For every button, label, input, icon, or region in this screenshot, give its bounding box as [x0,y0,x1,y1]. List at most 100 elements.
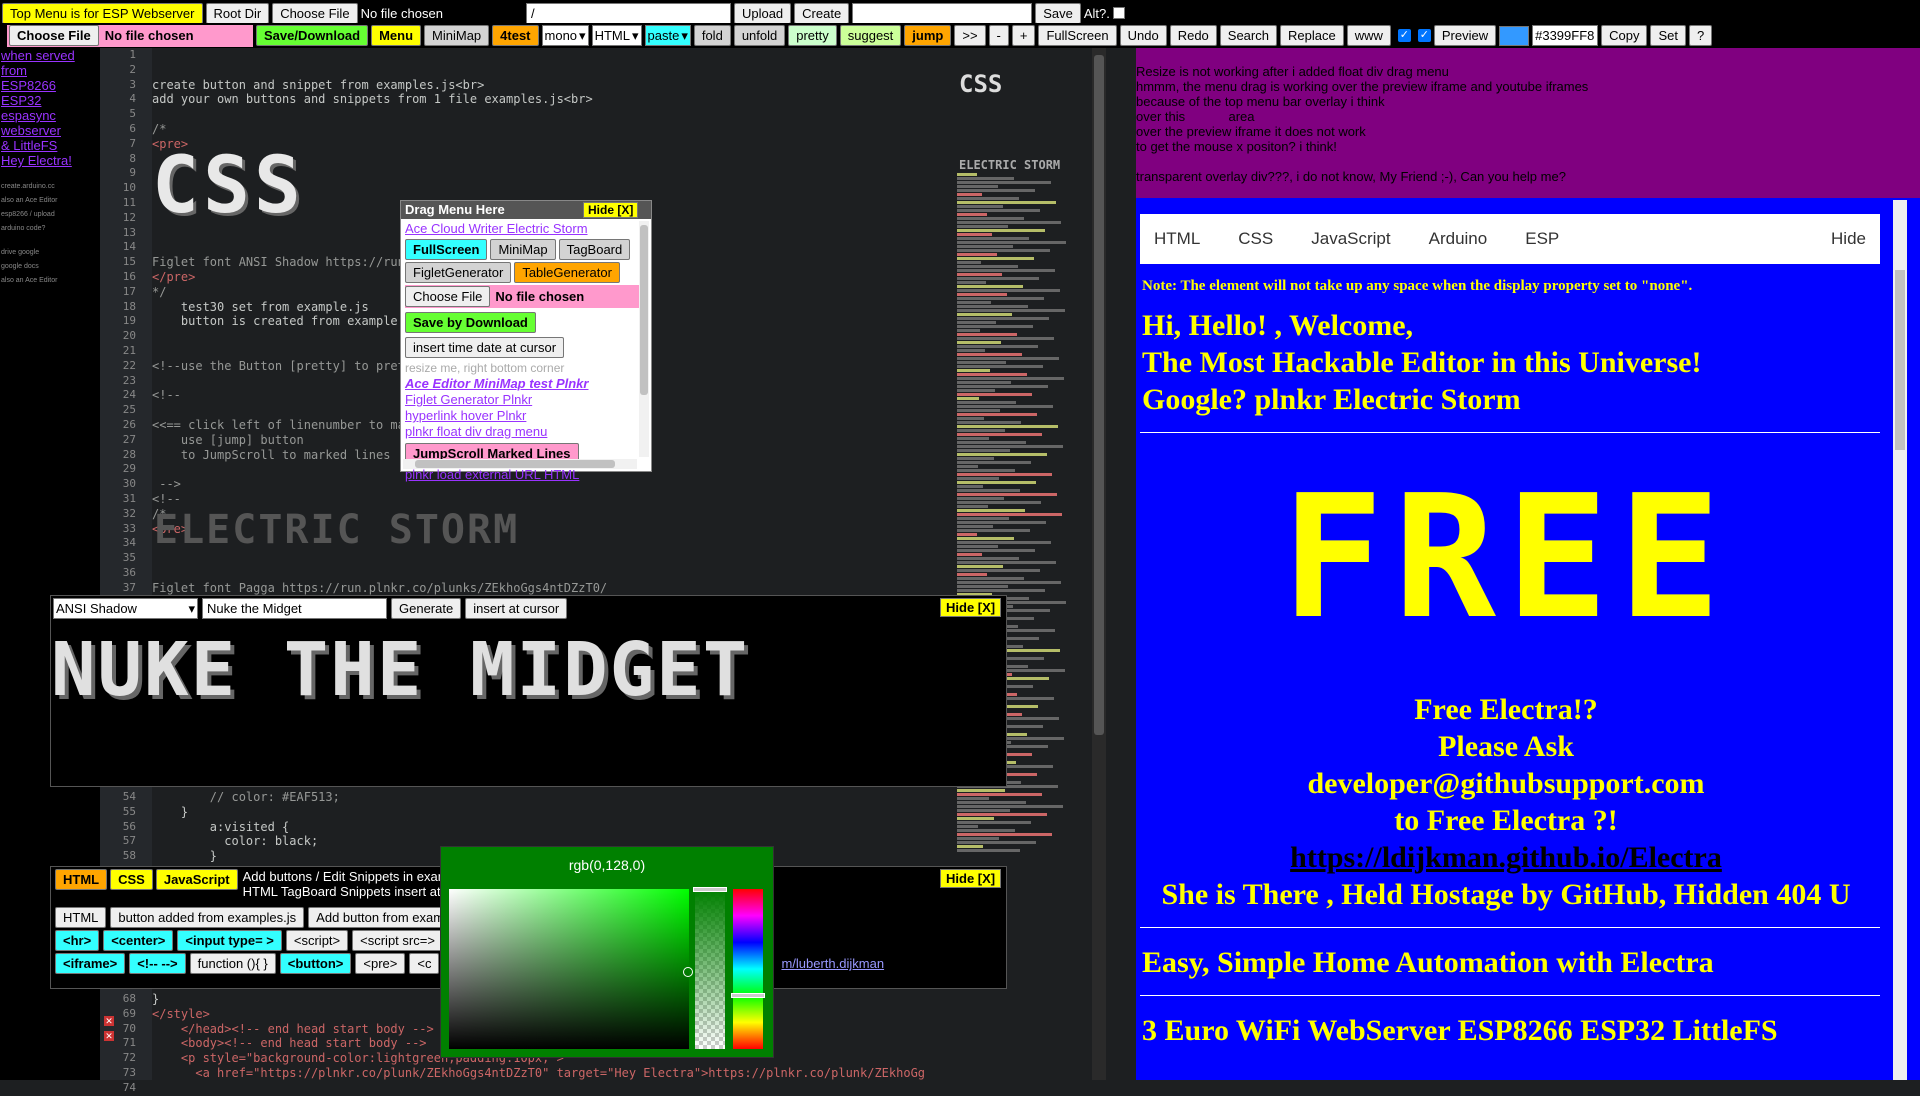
sidebar-link[interactable]: webserver [1,123,100,138]
preview-scrollbar[interactable] [1893,200,1907,1080]
choose-file-button[interactable]: Choose File [272,2,358,24]
sidebar-small-link[interactable]: google docs [1,262,100,272]
drag-menu-hscrollbar[interactable] [403,459,637,469]
tab-javascript[interactable]: JavaScript [155,869,238,890]
www-button[interactable]: www [1346,25,1391,46]
generate-button[interactable]: Generate [391,598,462,619]
snippet-button[interactable]: button added from examples.js [110,907,305,928]
snippet-button[interactable]: <script src=> [352,930,443,951]
drag-menu-link[interactable]: Ace Cloud Writer Electric Storm [405,221,647,237]
fold-button[interactable]: fold [693,25,731,46]
line-number[interactable]: 31 [100,492,136,507]
replace-button[interactable]: Replace [1279,25,1344,46]
font-smaller-button[interactable]: - [988,25,1009,46]
line-number[interactable]: 8 [100,152,136,167]
code-line[interactable]: /* [152,122,952,137]
tab-html[interactable]: HTML [55,869,108,890]
save-button[interactable]: Save [1035,2,1081,24]
line-number[interactable]: 17 [100,285,136,300]
snippet-button[interactable]: <c [409,953,440,974]
sidebar-small-link[interactable]: esp8266 / upload [1,210,100,220]
snippet-button[interactable]: <script> [285,930,349,951]
line-number[interactable]: 56 [100,820,136,835]
code-line[interactable]: Figlet font Pagga https://run.plnkr.co/p… [152,581,952,596]
code-line[interactable]: } [152,805,952,820]
line-number[interactable]: 11 [100,196,136,211]
checkbox-checked-2[interactable]: ✓ [1417,29,1431,42]
line-number[interactable]: 21 [100,344,136,359]
tab-css[interactable]: CSS [110,869,153,890]
line-number[interactable]: 19 [100,314,136,329]
alt-checkbox[interactable] [1112,7,1125,19]
paste-select[interactable]: paste ▾ [644,25,691,46]
electra-link[interactable]: https://ldijkman.github.io/Electra [1136,839,1876,876]
nav-css[interactable]: CSS [1238,229,1273,249]
line-number[interactable]: 54 [100,790,136,805]
nav-html[interactable]: HTML [1154,229,1200,249]
sidebar-link[interactable]: & LittleFS [1,138,100,153]
line-number[interactable]: 29 [100,462,136,477]
line-number[interactable]: 3 [100,78,136,93]
choose-file-button-2[interactable]: Choose File [9,25,99,46]
line-number[interactable]: 9 [100,166,136,181]
undo-button[interactable]: Undo [1119,25,1167,46]
copy-button[interactable]: Copy [1601,25,1648,46]
sidebar-small-link[interactable]: drive google [1,248,100,258]
line-number[interactable]: 58 [100,849,136,864]
line-number[interactable]: 37 [100,581,136,596]
line-number[interactable]: 36 [100,566,136,581]
line-number[interactable]: 30 [100,477,136,492]
code-line[interactable] [152,48,952,63]
alpha-slider[interactable] [693,887,727,1049]
color-input[interactable] [1532,25,1599,46]
sidebar-link[interactable]: espasync [1,108,100,123]
figlet-text-input[interactable] [202,598,387,619]
github-link[interactable]: m/luberth.dijkman [781,956,884,971]
line-number[interactable]: 20 [100,329,136,344]
sidebar-link[interactable]: when served [1,48,100,63]
line-number[interactable]: 34 [100,536,136,551]
line-number[interactable]: 18 [100,300,136,315]
dm-choose-file-button[interactable]: Choose File [405,286,491,307]
snippet-button[interactable]: <input type= > [177,930,282,951]
upload-button[interactable]: Upload [733,2,792,24]
line-number[interactable]: 7 [100,137,136,152]
code-line[interactable]: // color: #EAF513; [152,790,952,805]
line-number[interactable]: 25 [100,403,136,418]
menu-button[interactable]: Menu [371,25,422,46]
line-number[interactable]: 26 [100,418,136,433]
figlet-insert-button[interactable]: insert at cursor [465,598,568,619]
code-line[interactable]: <a href="https://plnkr.co/plunk/ZEkhoGgs… [152,1066,952,1080]
help-button[interactable]: ? [1688,25,1713,46]
dm-tagboard-button[interactable]: TagBoard [558,239,631,260]
sidebar-link[interactable]: ESP8266 [1,78,100,93]
preview-button[interactable]: Preview [1433,25,1497,46]
sidebar-small-link[interactable]: arduino code? [1,224,100,234]
checkbox-checked-1[interactable]: ✓ [1397,29,1411,42]
dm-table-button[interactable]: TableGenerator [514,262,620,283]
dm-minimap-button[interactable]: MiniMap [490,239,556,260]
font-select[interactable]: mono ▾ [541,25,589,46]
snippet-button[interactable]: <pre> [355,953,406,974]
sidebar-link[interactable]: ESP32 [1,93,100,108]
line-number[interactable]: 27 [100,433,136,448]
set-button[interactable]: Set [1650,25,1686,46]
code-line[interactable] [152,107,952,122]
code-line[interactable] [152,566,952,581]
drag-menu-hide-button[interactable]: Hide [X] [583,202,639,218]
drag-menu-link[interactable]: plnkr float div drag menu [405,424,647,440]
top-menu-button[interactable]: Top Menu is for ESP Webserver [2,2,203,24]
line-number[interactable]: 2 [100,63,136,78]
line-number[interactable]: 35 [100,551,136,566]
snippet-button[interactable]: <center> [103,930,174,951]
sidebar-small-link[interactable]: create.arduino.cc [1,182,100,192]
create-button[interactable]: Create [794,2,850,24]
line-number[interactable]: 13 [100,226,136,241]
drag-menu-scrollbar[interactable] [639,221,649,457]
figlet-font-select[interactable]: ANSI Shadow ▾ [53,598,198,619]
line-number[interactable]: 22 [100,359,136,374]
figlet-hide-button[interactable]: Hide [X] [940,598,1002,617]
pretty-button[interactable]: pretty [788,25,837,46]
sidebar-link[interactable]: Hey Electra! [1,153,100,168]
save-download-button[interactable]: Save/Download [256,25,369,46]
